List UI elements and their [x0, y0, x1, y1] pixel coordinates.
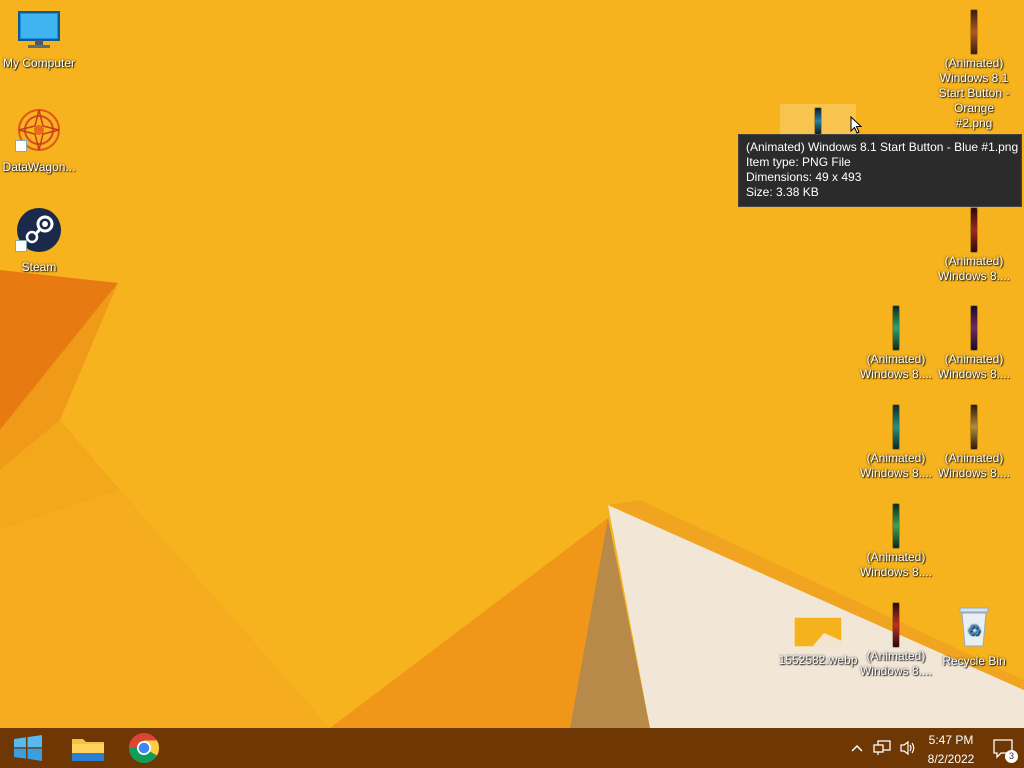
desktop-icon-label: (Animated) Windows 8....: [937, 254, 1011, 283]
desktop-icon-label: (Animated) Windows 8....: [859, 649, 933, 678]
shortcut-arrow-icon: [15, 140, 27, 152]
desktop-icon-animated-green-1[interactable]: (Animated) Windows 8....: [856, 306, 936, 382]
desktop-icon-label: (Animated) Windows 8.1 Start Button - Or…: [938, 56, 1010, 130]
monitor-icon: [18, 11, 60, 48]
png-thumbnail-icon: [893, 306, 899, 350]
tooltip-size: Size: 3.38 KB: [746, 185, 819, 199]
desktop-icon-label: 1552582.webp: [778, 653, 858, 667]
png-thumbnail-icon: [971, 10, 977, 54]
notification-count-badge: 3: [1005, 750, 1018, 763]
chrome-icon: [128, 733, 160, 764]
desktop-icon-animated-green-3[interactable]: (Animated) Windows 8....: [856, 504, 936, 580]
desktop-icon-label: (Animated) Windows 8....: [859, 550, 933, 579]
desktop-icon-animated-orange-2[interactable]: (Animated) Windows 8.1 Start Button - Or…: [934, 10, 1014, 131]
tooltip-dimensions: Dimensions: 49 x 493: [746, 170, 862, 184]
desktop-icon-datawagon[interactable]: DataWagon...: [0, 106, 79, 175]
mouse-cursor-icon: [850, 116, 863, 134]
desktop-icon-animated-green-2[interactable]: (Animated) Windows 8....: [856, 405, 936, 481]
desktop-icon-label: My Computer: [2, 56, 76, 70]
action-center-button[interactable]: 3: [992, 728, 1020, 768]
network-status-button[interactable]: [870, 728, 894, 768]
svg-text:♻: ♻: [967, 621, 981, 640]
hovered-icon-highlight[interactable]: [780, 104, 856, 134]
clock-time: 5:47 PM: [928, 733, 974, 747]
recycle-bin-icon: ♻: [959, 607, 989, 647]
desktop-icon-label: (Animated) Windows 8....: [859, 451, 933, 480]
png-thumbnail-icon: [893, 504, 899, 548]
notification-icon: [993, 739, 1013, 759]
file-info-tooltip: (Animated) Windows 8.1 Start Button - Bl…: [738, 134, 1022, 207]
windows-logo-icon: [14, 735, 42, 761]
desktop-icon-label: (Animated) Windows 8....: [859, 352, 933, 381]
taskbar: 5:47 PM 8/2/2022 3: [0, 728, 1024, 768]
desktop-icon-label: Steam: [21, 260, 57, 274]
tooltip-item-type: Item type: PNG File: [746, 155, 851, 169]
taskbar-file-explorer-button[interactable]: [60, 728, 116, 768]
volume-button[interactable]: [896, 728, 920, 768]
png-thumbnail-icon: [971, 208, 977, 252]
desktop-icon-steam[interactable]: Steam: [0, 206, 79, 275]
chevron-up-icon: [851, 744, 863, 752]
file-explorer-icon: [72, 739, 104, 761]
shortcut-arrow-icon: [15, 240, 27, 252]
desktop-icon-my-computer[interactable]: My Computer: [0, 10, 79, 71]
tooltip-file-name: (Animated) Windows 8.1 Start Button - Bl…: [746, 140, 1019, 154]
desktop-icon-animated-purple[interactable]: (Animated) Windows 8....: [934, 306, 1014, 382]
png-thumbnail-icon: [971, 405, 977, 449]
taskbar-clock[interactable]: 5:47 PM 8/2/2022: [920, 732, 982, 767]
desktop-icon-label: DataWagon...: [2, 160, 76, 174]
desktop-icon-webp-image[interactable]: 1552582.webp: [778, 616, 858, 668]
png-thumbnail-icon: [815, 108, 821, 134]
image-thumbnail-icon: [793, 616, 843, 648]
desktop-icon-animated-red-2[interactable]: (Animated) Windows 8....: [856, 603, 936, 679]
desktop-icon-label: (Animated) Windows 8....: [937, 352, 1011, 381]
desktop-icon-label: (Animated) Windows 8....: [937, 451, 1011, 480]
png-thumbnail-icon: [971, 306, 977, 350]
speaker-icon: [900, 740, 915, 756]
desktop-icon-animated-gold[interactable]: (Animated) Windows 8....: [934, 405, 1014, 481]
desktop-icon-label: Recycle Bin: [942, 654, 1006, 668]
desktop-icon-animated-red[interactable]: (Animated) Windows 8....: [934, 208, 1014, 284]
desktop-icon-recycle-bin[interactable]: ♻ Recycle Bin: [934, 604, 1014, 669]
network-icon: [873, 740, 891, 755]
taskbar-chrome-button[interactable]: [116, 728, 172, 768]
png-thumbnail-icon: [893, 603, 899, 647]
clock-date: 8/2/2022: [927, 752, 975, 766]
start-button[interactable]: [0, 728, 56, 768]
png-thumbnail-icon: [893, 405, 899, 449]
show-hidden-icons-button[interactable]: [846, 728, 868, 768]
